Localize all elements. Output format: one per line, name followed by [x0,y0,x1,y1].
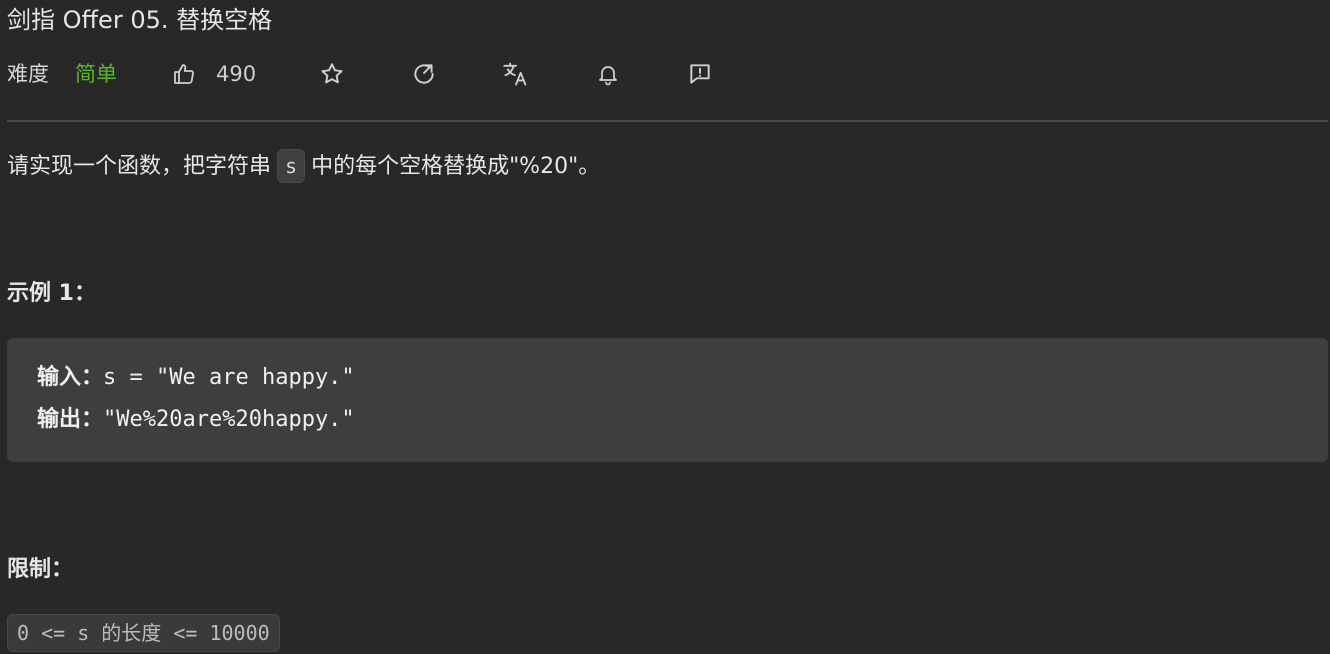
problem-meta-bar: 难度 简单 490 [7,56,767,92]
share-icon [411,61,437,87]
output-value: "We%20are%20happy." [103,407,355,432]
example-code-block: 输入：s = "We are happy." 输出："We%20are%20ha… [7,338,1328,462]
notification-button[interactable] [593,56,623,92]
difficulty-value: 简单 [75,62,117,86]
feedback-button[interactable] [685,56,715,92]
problem-page: 剑指 Offer 05. 替换空格 难度 简单 490 请实现一个函数，把字符串… [0,0,1330,654]
input-label: 输入： [37,365,104,390]
favorite-button[interactable] [317,56,347,92]
description-text-end: 中的每个空格替换成"%20"。 [311,154,601,179]
translate-button[interactable] [501,56,531,92]
feedback-icon [687,61,713,87]
description-text-start: 请实现一个函数，把字符串 [7,154,272,179]
share-button[interactable] [409,56,439,92]
thumbs-up-icon [172,62,196,86]
example-input-line: 输入：s = "We are happy." [37,361,355,395]
constraint-code: 0 <= s 的长度 <= 10000 [7,614,280,652]
limits-heading: 限制： [7,557,74,582]
problem-description: 请实现一个函数，把字符串 s 中的每个空格替换成"%20"。 [7,148,600,186]
example-heading: 示例 1： [7,281,96,306]
example-output-line: 输出："We%20are%20happy." [37,403,355,437]
problem-title: 剑指 Offer 05. 替换空格 [7,6,273,34]
like-button[interactable]: 490 [172,56,256,92]
input-value: s = "We are happy." [103,365,355,390]
output-label: 输出： [37,407,104,432]
difficulty-label: 难度 [7,62,49,86]
translate-icon [502,60,530,88]
like-count: 490 [216,62,257,86]
divider [7,120,1328,122]
bell-icon [596,62,620,86]
inline-code-s: s [277,149,306,183]
star-icon [319,61,345,87]
